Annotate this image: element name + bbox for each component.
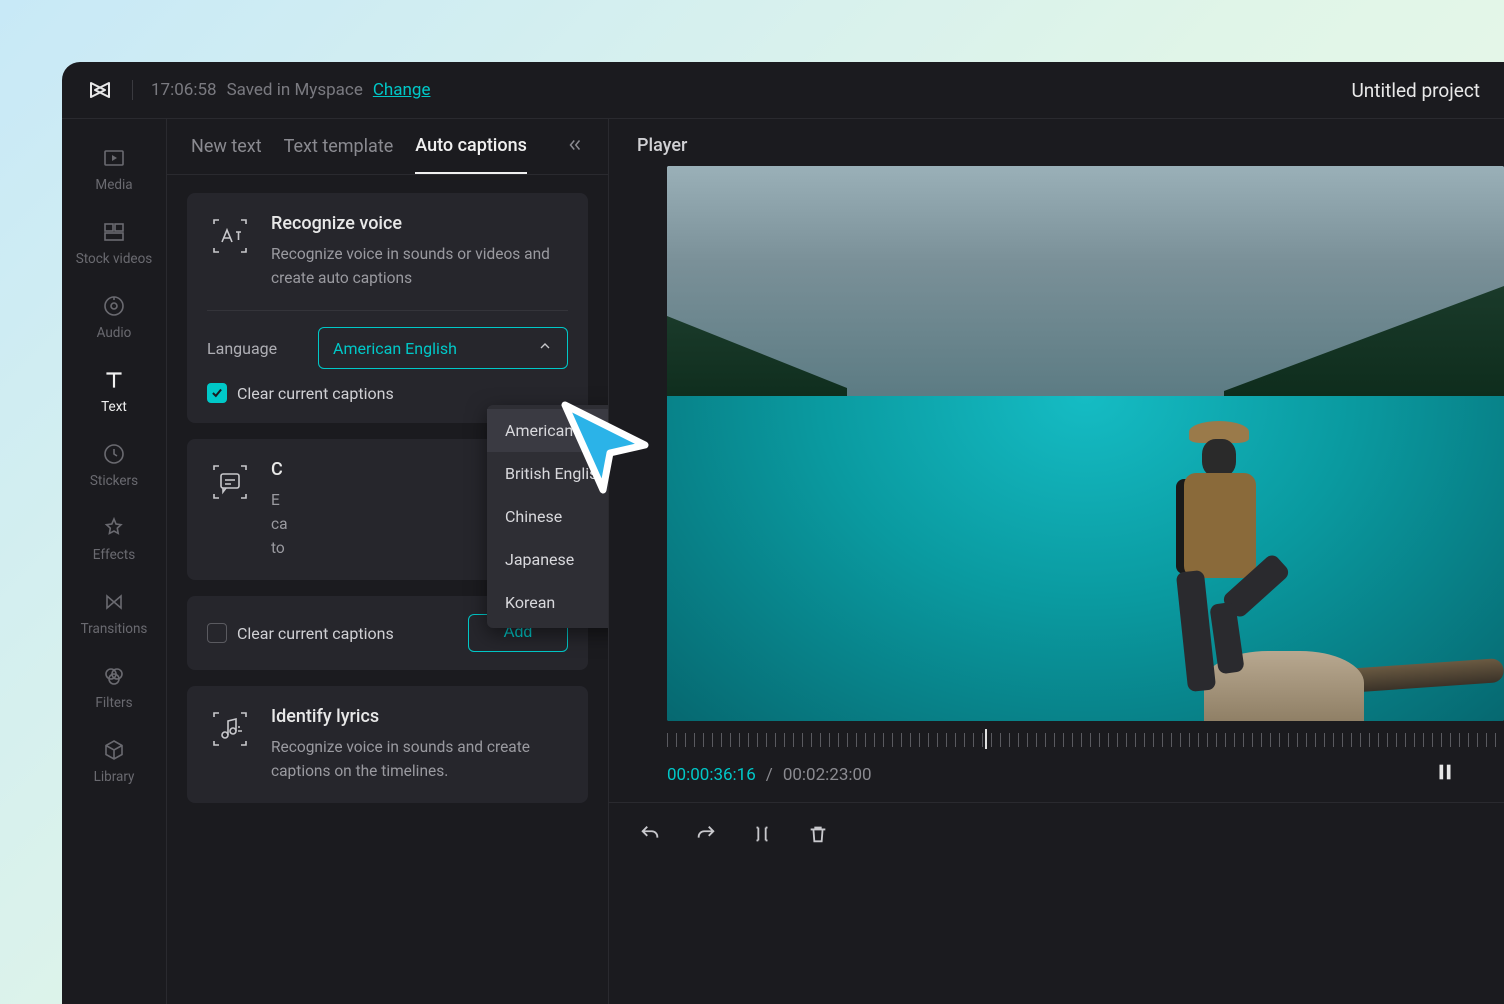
- editor-toolbar: [609, 802, 1504, 847]
- rail-item-stickers[interactable]: Stickers: [62, 429, 166, 503]
- divider: [132, 80, 133, 100]
- clear-captions-checkbox-2[interactable]: [207, 623, 227, 643]
- change-link[interactable]: Change: [373, 80, 431, 100]
- left-rail: Media Stock videos Audio Text: [62, 118, 167, 1004]
- video-preview[interactable]: [667, 166, 1504, 721]
- rail-label: Stickers: [90, 473, 138, 489]
- rail-label: Filters: [95, 695, 132, 711]
- recognize-voice-desc: Recognize voice in sounds or videos and …: [271, 242, 568, 290]
- identify-lyrics-title: Identify lyrics: [271, 706, 568, 727]
- center-panel: New text Text template Auto captions: [167, 118, 609, 1004]
- language-option-korean[interactable]: Korean: [487, 581, 609, 624]
- saved-location-text: Saved in Myspace: [227, 80, 363, 100]
- language-option-japanese[interactable]: Japanese: [487, 538, 609, 581]
- language-option-chinese[interactable]: Chinese: [487, 495, 609, 538]
- rail-label: Library: [94, 769, 135, 785]
- rail-label: Media: [95, 177, 132, 193]
- language-dropdown-menu: American English British English Chinese…: [487, 405, 609, 628]
- tab-new-text[interactable]: New text: [191, 119, 262, 174]
- player-panel: Player 00:00:36:16 / 00:02:23:00: [609, 118, 1504, 1004]
- language-selected: American English: [333, 339, 457, 358]
- time-display: 00:00:36:16 / 00:02:23:00: [667, 761, 1504, 788]
- language-dropdown[interactable]: American English: [318, 327, 568, 369]
- save-timestamp: 17:06:58: [151, 80, 217, 100]
- rail-label: Text: [101, 399, 127, 415]
- clear-captions-label: Clear current captions: [237, 384, 394, 403]
- stickers-icon: [101, 441, 127, 467]
- time-separator: /: [766, 765, 773, 785]
- redo-button[interactable]: [693, 821, 719, 847]
- transitions-icon: [101, 589, 127, 615]
- rail-item-text[interactable]: Text: [62, 355, 166, 429]
- filters-icon: [101, 663, 127, 689]
- recognize-voice-title: Recognize voice: [271, 213, 568, 234]
- text-icon: [101, 367, 127, 393]
- undo-button[interactable]: [637, 821, 663, 847]
- time-total: 00:02:23:00: [783, 765, 872, 785]
- rail-item-stock-videos[interactable]: Stock videos: [62, 207, 166, 281]
- main-area: Media Stock videos Audio Text: [62, 118, 1504, 1004]
- tab-text-template[interactable]: Text template: [284, 119, 394, 174]
- clear-captions-checkbox[interactable]: [207, 383, 227, 403]
- split-button[interactable]: [749, 821, 775, 847]
- library-icon: [101, 737, 127, 763]
- effects-icon: [101, 515, 127, 541]
- captions-icon: [207, 459, 253, 505]
- language-label: Language: [207, 339, 277, 358]
- rail-label: Audio: [97, 325, 132, 341]
- rail-item-audio[interactable]: Audio: [62, 281, 166, 355]
- rail-item-effects[interactable]: Effects: [62, 503, 166, 577]
- top-bar: 17:06:58 Saved in Myspace Change Untitle…: [62, 62, 1504, 118]
- language-option-british-english[interactable]: British English: [487, 452, 609, 495]
- app-window: 17:06:58 Saved in Myspace Change Untitle…: [62, 62, 1504, 1004]
- stock-videos-icon: [101, 219, 127, 245]
- pause-button[interactable]: [1434, 761, 1456, 788]
- rail-item-media[interactable]: Media: [62, 133, 166, 207]
- rail-label: Transitions: [81, 621, 148, 637]
- collapse-panel-icon[interactable]: [566, 136, 584, 158]
- rail-label: Stock videos: [76, 251, 153, 267]
- media-icon: [101, 145, 127, 171]
- identify-lyrics-card: Identify lyrics Recognize voice in sound…: [187, 686, 588, 803]
- delete-button[interactable]: [805, 821, 831, 847]
- identify-lyrics-icon: [207, 706, 253, 752]
- audio-icon: [101, 293, 127, 319]
- tab-auto-captions[interactable]: Auto captions: [415, 119, 527, 174]
- time-current: 00:00:36:16: [667, 765, 756, 785]
- rail-item-filters[interactable]: Filters: [62, 651, 166, 725]
- captions-desc: E ca to: [271, 488, 288, 560]
- language-option-american-english[interactable]: American English: [487, 409, 609, 452]
- clear-captions-label-2: Clear current captions: [237, 624, 394, 643]
- recognize-voice-icon: [207, 213, 253, 259]
- captions-title: C: [271, 459, 288, 480]
- rail-label: Effects: [93, 547, 135, 563]
- timeline-ruler[interactable]: [667, 733, 1504, 747]
- app-logo-icon: [86, 76, 114, 104]
- recognize-voice-card: Recognize voice Recognize voice in sound…: [187, 193, 588, 423]
- rail-item-library[interactable]: Library: [62, 725, 166, 799]
- project-title: Untitled project: [1351, 79, 1480, 102]
- identify-lyrics-desc: Recognize voice in sounds and create cap…: [271, 735, 568, 783]
- chevron-up-icon: [537, 338, 553, 358]
- player-header: Player: [609, 119, 1504, 166]
- rail-item-transitions[interactable]: Transitions: [62, 577, 166, 651]
- text-tabs: New text Text template Auto captions: [167, 119, 608, 175]
